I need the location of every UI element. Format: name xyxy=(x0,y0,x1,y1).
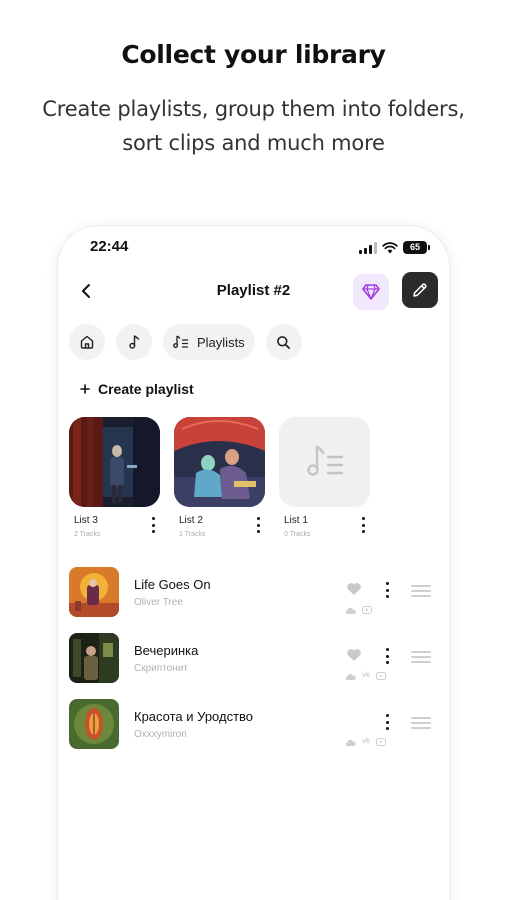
playlist-grid: List 3 2 Tracks List 2 1 Tracks List 1 0… xyxy=(69,417,370,551)
music-note-icon xyxy=(129,335,140,349)
chip-playlists-label: Playlists xyxy=(197,334,245,350)
youtube-icon xyxy=(362,606,372,614)
playlist-card[interactable]: List 3 2 Tracks xyxy=(69,417,160,551)
playlist-cover xyxy=(69,417,160,507)
home-icon xyxy=(80,335,94,349)
track-artwork xyxy=(69,567,119,617)
more-vertical-icon[interactable] xyxy=(384,582,390,598)
track-row[interactable]: Красота и Уродство Oxxxymiron vk xyxy=(69,699,439,765)
track-artist: Oxxxymiron xyxy=(134,729,187,740)
search-icon xyxy=(277,335,291,349)
pencil-icon xyxy=(413,283,427,297)
promo-title: Collect your library xyxy=(121,40,386,69)
track-title: Красота и Уродство xyxy=(134,709,254,724)
playlist-cover xyxy=(174,417,265,507)
track-artwork xyxy=(69,699,119,749)
playlist-card[interactable]: List 1 0 Tracks xyxy=(279,417,370,551)
youtube-icon xyxy=(375,672,386,680)
playlist-cover xyxy=(279,417,370,507)
create-playlist-label: Create playlist xyxy=(98,381,194,397)
chip-playlists[interactable]: Playlists xyxy=(163,324,255,360)
status-bar: 22:44 65 xyxy=(58,238,449,262)
playlist-card[interactable]: List 2 1 Tracks xyxy=(174,417,265,551)
more-vertical-icon[interactable] xyxy=(384,714,390,730)
page-title: Playlist #2 xyxy=(216,282,291,299)
wifi-icon xyxy=(382,241,398,253)
cloud-icon xyxy=(345,673,356,680)
promo-subtitle: Create playlists, group them into folder… xyxy=(0,92,507,160)
track-artist: Oliver Tree xyxy=(134,597,183,608)
track-list: Life Goes On Oliver Tree Вечеринка Скрип… xyxy=(69,567,439,765)
nav-chips: Playlists xyxy=(69,324,302,360)
promo-subtitle-line: Create playlists, group them into folder… xyxy=(42,97,465,121)
track-row[interactable]: Life Goes On Oliver Tree xyxy=(69,567,439,633)
playlist-track-count: 2 Tracks xyxy=(74,531,101,538)
more-vertical-icon[interactable] xyxy=(148,517,158,533)
youtube-icon xyxy=(375,738,386,746)
plus-icon xyxy=(80,384,90,394)
drag-handle-icon[interactable] xyxy=(411,717,431,729)
cloud-icon xyxy=(345,739,356,746)
chip-tracks[interactable] xyxy=(116,324,152,360)
vk-icon: vk xyxy=(362,672,370,679)
phone-frame: 22:44 65 Playlist #2 Playlists Create pl… xyxy=(58,226,449,900)
heart-icon[interactable] xyxy=(346,648,362,662)
signal-icon xyxy=(359,241,377,254)
promo-subtitle-line: sort clips and much more xyxy=(122,131,385,155)
source-icons: vk xyxy=(345,672,386,680)
vk-icon: vk xyxy=(362,738,370,745)
drag-handle-icon[interactable] xyxy=(411,585,431,597)
chip-search[interactable] xyxy=(265,324,302,360)
track-row[interactable]: Вечеринка Скриптонит vk xyxy=(69,633,439,699)
source-icons: vk xyxy=(345,738,386,746)
drag-handle-icon[interactable] xyxy=(411,651,431,663)
gem-icon xyxy=(362,284,380,300)
top-bar: Playlist #2 xyxy=(58,272,449,310)
more-vertical-icon[interactable] xyxy=(253,517,263,533)
playlist-name: List 2 xyxy=(179,515,203,526)
playlist-track-count: 0 Tracks xyxy=(284,531,311,538)
track-artwork xyxy=(69,633,119,683)
track-title: Life Goes On xyxy=(134,577,211,592)
edit-button[interactable] xyxy=(402,272,438,308)
playlist-track-count: 1 Tracks xyxy=(179,531,206,538)
premium-button[interactable] xyxy=(353,274,389,310)
heart-icon[interactable] xyxy=(346,582,362,596)
more-vertical-icon[interactable] xyxy=(358,517,368,533)
playlist-placeholder-icon xyxy=(306,445,343,476)
source-icons xyxy=(345,606,372,614)
track-title: Вечеринка xyxy=(134,643,199,658)
playlist-name: List 1 xyxy=(284,515,308,526)
track-artist: Скриптонит xyxy=(134,663,188,674)
playlist-icon xyxy=(173,335,188,349)
playlist-name: List 3 xyxy=(74,515,98,526)
more-vertical-icon[interactable] xyxy=(384,648,390,664)
chip-home[interactable] xyxy=(69,324,105,360)
battery-icon: 65 xyxy=(403,241,430,254)
create-playlist-button[interactable]: Create playlist xyxy=(80,381,194,397)
cloud-icon xyxy=(345,607,356,614)
status-time: 22:44 xyxy=(90,238,129,255)
